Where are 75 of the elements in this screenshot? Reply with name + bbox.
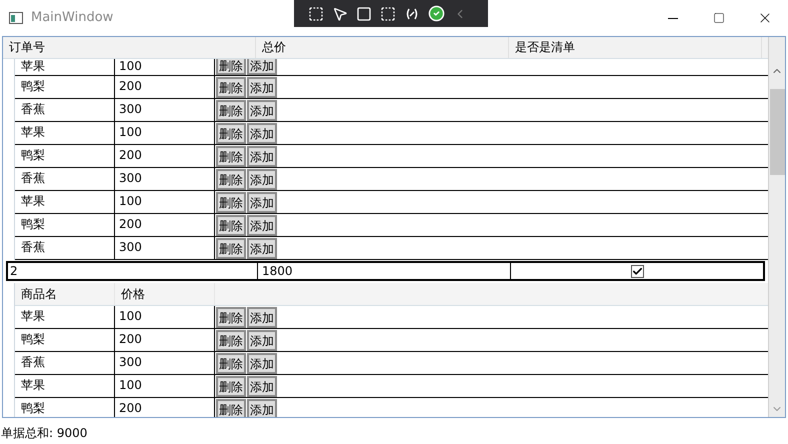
- app-icon: [9, 12, 23, 24]
- delete-button[interactable]: 删除: [216, 215, 246, 236]
- item-price-cell: 200: [115, 214, 215, 236]
- check-circle-icon[interactable]: [428, 5, 445, 22]
- item-price-cell: 300: [115, 237, 215, 259]
- delete-button[interactable]: 删除: [216, 123, 246, 144]
- order-id-cell: 2: [8, 263, 258, 279]
- add-button[interactable]: 添加: [247, 59, 277, 75]
- order-total-cell: 1800: [258, 263, 511, 279]
- item-name-cell: 香蕉: [15, 237, 115, 259]
- item-price-cell: 100: [115, 306, 215, 328]
- delete-button[interactable]: 删除: [216, 169, 246, 190]
- item-name-cell: 鸭梨: [15, 214, 115, 236]
- item-name-cell: 苹果: [15, 122, 115, 144]
- item-column-header[interactable]: 商品名: [15, 283, 115, 305]
- item-price-cell: 100: [115, 122, 215, 144]
- scrollbar[interactable]: [768, 37, 785, 417]
- add-button[interactable]: 添加: [247, 169, 277, 190]
- add-button[interactable]: 添加: [247, 146, 277, 167]
- add-button[interactable]: 添加: [247, 192, 277, 213]
- delete-button[interactable]: 删除: [216, 77, 246, 98]
- checkbox[interactable]: [630, 264, 644, 278]
- item-name-cell: 鸭梨: [15, 398, 115, 417]
- item-price-cell: 100: [115, 375, 215, 397]
- item-name-cell: 香蕉: [15, 352, 115, 374]
- item-price-cell: 100: [115, 59, 215, 75]
- item-price-cell: 200: [115, 76, 215, 98]
- window-title: MainWindow: [31, 9, 114, 28]
- add-button[interactable]: 添加: [247, 123, 277, 144]
- item-name-cell: 苹果: [15, 375, 115, 397]
- delete-button[interactable]: 删除: [216, 100, 246, 121]
- item-name-cell: 鸭梨: [15, 329, 115, 351]
- item-name-cell: 苹果: [15, 191, 115, 213]
- add-button[interactable]: 添加: [247, 307, 277, 328]
- item-name-cell: 苹果: [15, 306, 115, 328]
- item-name-cell: 香蕉: [15, 99, 115, 121]
- delete-button[interactable]: 删除: [216, 238, 246, 259]
- add-button[interactable]: 添加: [247, 330, 277, 351]
- add-button[interactable]: 添加: [247, 215, 277, 236]
- item-price-cell: 200: [115, 145, 215, 167]
- item-name-cell: 苹果: [15, 59, 115, 75]
- delete-button[interactable]: 删除: [216, 376, 246, 397]
- item-name-cell: 香蕉: [15, 168, 115, 190]
- square-icon[interactable]: [356, 6, 372, 22]
- add-button[interactable]: 添加: [247, 77, 277, 98]
- column-header[interactable]: 订单号: [3, 37, 256, 58]
- delete-button[interactable]: 删除: [216, 399, 246, 417]
- select-element-icon[interactable]: [308, 6, 324, 22]
- column-header[interactable]: 总价: [256, 37, 509, 58]
- item-price-cell: 100: [115, 191, 215, 213]
- add-button[interactable]: 添加: [247, 376, 277, 397]
- delete-button[interactable]: 删除: [216, 353, 246, 374]
- focus-icon[interactable]: [380, 6, 396, 22]
- item-price-cell: 300: [115, 99, 215, 121]
- item-price-cell: 300: [115, 352, 215, 374]
- add-button[interactable]: 添加: [247, 399, 277, 417]
- item-price-cell: 200: [115, 398, 215, 417]
- item-name-cell: 鸭梨: [15, 145, 115, 167]
- delete-button[interactable]: 删除: [216, 146, 246, 167]
- column-header[interactable]: 是否是清单: [509, 37, 762, 58]
- delete-button[interactable]: 删除: [216, 192, 246, 213]
- item-price-cell: 200: [115, 329, 215, 351]
- item-name-cell: 鸭梨: [15, 76, 115, 98]
- item-column-header[interactable]: 价格: [115, 283, 215, 305]
- delete-button[interactable]: 删除: [216, 330, 246, 351]
- item-price-cell: 300: [115, 168, 215, 190]
- add-button[interactable]: 添加: [247, 353, 277, 374]
- scrollbar-thumb[interactable]: [770, 89, 784, 175]
- delete-button[interactable]: 删除: [216, 307, 246, 328]
- footer-total: 单据总和: 9000: [0, 425, 88, 442]
- maximize-icon: [713, 12, 725, 24]
- add-button[interactable]: 添加: [247, 238, 277, 259]
- add-button[interactable]: 添加: [247, 100, 277, 121]
- pointer-icon[interactable]: [332, 6, 348, 22]
- delete-button[interactable]: 删除: [216, 59, 246, 75]
